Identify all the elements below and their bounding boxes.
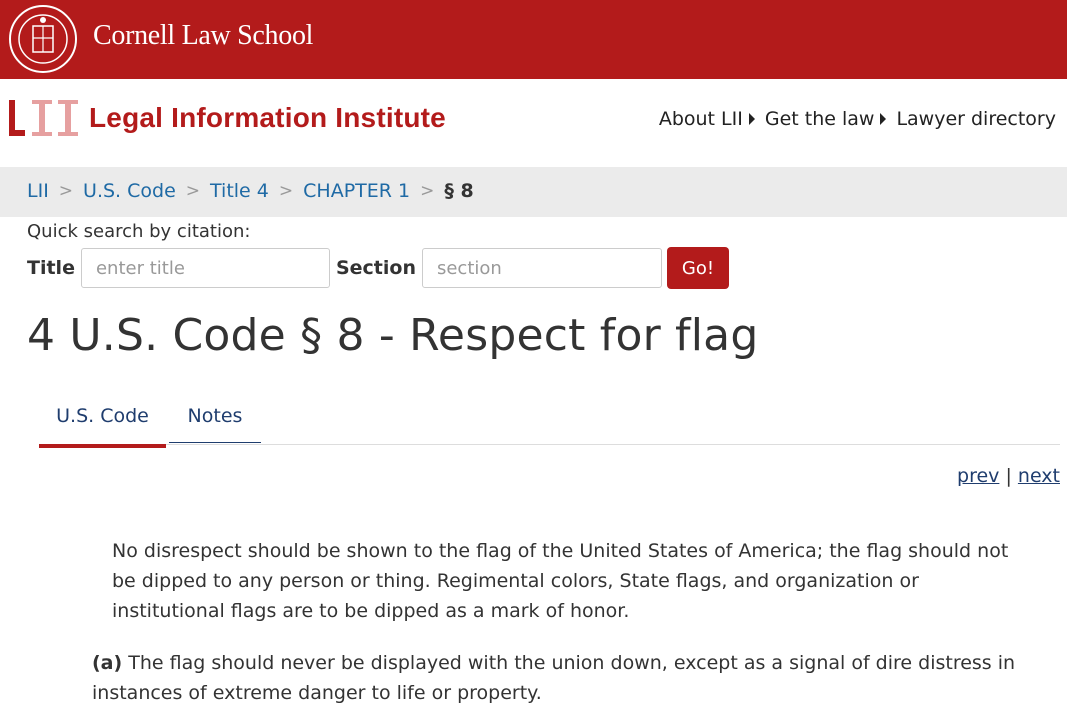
quick-search-form: Title Section Go! [27, 247, 729, 289]
lii-logo-icon[interactable] [8, 99, 80, 139]
next-link[interactable]: next [1018, 465, 1060, 487]
breadcrumb-lii[interactable]: LII [27, 180, 49, 202]
title-input[interactable] [80, 248, 330, 288]
prev-link[interactable]: prev [957, 465, 999, 487]
page-title: 4 U.S. Code § 8 - Respect for flag [27, 310, 759, 361]
tab-us-code[interactable]: U.S. Code [39, 396, 166, 448]
caret-right-icon [880, 113, 887, 125]
subsection-a-marker: (a) [92, 652, 123, 674]
nav-get-the-law[interactable]: Get the law [765, 108, 897, 130]
nav-about-lii[interactable]: About LII [659, 108, 765, 130]
section-intro-text: No disrespect should be shown to the fla… [112, 540, 1009, 622]
institute-name[interactable]: Legal Information Institute [89, 102, 446, 134]
subsection-a-text: The flag should never be displayed with … [92, 652, 1016, 704]
pager-divider: | [1005, 465, 1012, 487]
breadcrumb-separator: > [185, 181, 201, 201]
breadcrumb-us-code[interactable]: U.S. Code [83, 180, 176, 202]
tab-notes[interactable]: Notes [169, 396, 261, 443]
caret-right-icon [748, 113, 755, 125]
pager: prev | next [957, 465, 1060, 487]
nav-lawyer-directory[interactable]: Lawyer directory [896, 108, 1056, 130]
breadcrumb-current: § 8 [444, 180, 474, 202]
breadcrumb-chapter-1[interactable]: CHAPTER 1 [303, 180, 410, 202]
subsection-a: (a) The flag should never be displayed w… [92, 648, 1032, 708]
breadcrumb-title-4[interactable]: Title 4 [210, 180, 269, 202]
top-nav: About LII Get the law Lawyer directory [659, 108, 1056, 130]
section-input[interactable] [421, 248, 662, 288]
cornell-law-school-name[interactable]: Cornell Law School [93, 20, 313, 52]
cornell-seal-icon[interactable] [8, 4, 78, 74]
breadcrumb-separator: > [58, 181, 74, 201]
breadcrumb: LII > U.S. Code > Title 4 > CHAPTER 1 > … [27, 180, 474, 202]
go-button[interactable]: Go! [666, 247, 729, 289]
breadcrumb-separator: > [278, 181, 294, 201]
quick-search-label: Quick search by citation: [27, 221, 251, 242]
content-tabs: U.S. Code Notes [39, 396, 1060, 448]
cornell-top-bar: Cornell Law School [0, 0, 1067, 79]
title-label: Title [27, 257, 75, 279]
breadcrumb-separator: > [420, 181, 435, 201]
section-label: Section [335, 257, 416, 279]
